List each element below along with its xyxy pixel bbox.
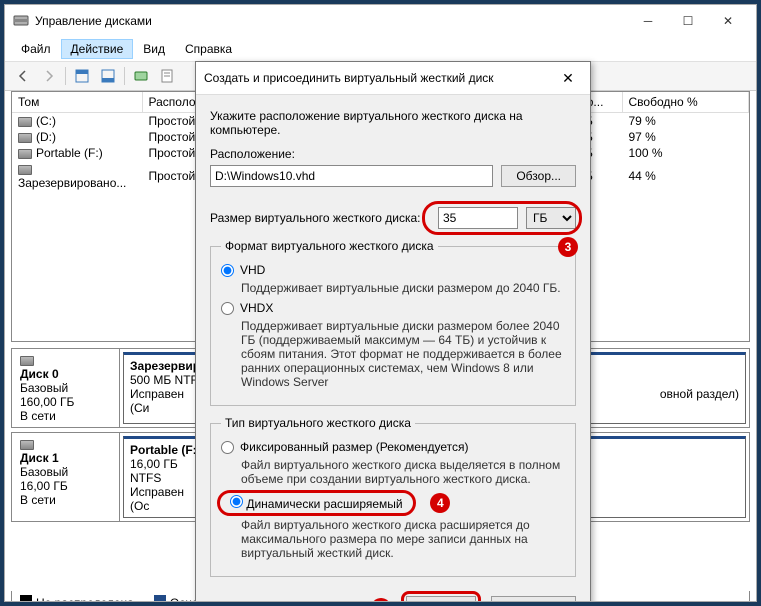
app-title: Управление дисками (35, 14, 152, 28)
vhdx-radio[interactable] (221, 302, 234, 315)
volume-icon (18, 165, 32, 175)
volume-icon (18, 149, 32, 159)
disk-name: Диск 0 (20, 367, 111, 381)
menu-action[interactable]: Действие (61, 39, 134, 59)
disk-size: 160,00 ГБ (20, 395, 111, 409)
disk-type: Базовый (20, 381, 111, 395)
callout-4: 4 (430, 493, 450, 513)
close-button[interactable]: ✕ (708, 9, 748, 33)
browse-button[interactable]: Обзор... (501, 165, 576, 187)
size-input[interactable] (438, 207, 518, 229)
menu-help[interactable]: Справка (175, 39, 242, 59)
title-bar: Управление дисками ─ ☐ ✕ (5, 5, 756, 37)
dynamic-description: Файл виртуального жесткого диска расширя… (241, 518, 565, 560)
refresh-button[interactable] (129, 65, 153, 87)
menu-bar: Файл Действие Вид Справка (5, 37, 756, 62)
legend-primary-swatch (154, 595, 166, 602)
back-button[interactable] (11, 65, 35, 87)
disk-icon (20, 440, 34, 450)
col-free[interactable]: Свободно % (622, 92, 749, 113)
create-vhd-dialog: Создать и присоединить виртуальный жестк… (195, 61, 591, 602)
dialog-hint: Укажите расположение виртуального жестко… (210, 109, 576, 137)
disk-type: Базовый (20, 465, 111, 479)
menu-view[interactable]: Вид (133, 39, 175, 59)
forward-button[interactable] (37, 65, 61, 87)
dialog-title: Создать и присоединить виртуальный жестк… (204, 71, 494, 85)
callout-3: 3 (558, 237, 578, 257)
maximize-button[interactable]: ☐ (668, 9, 708, 33)
volume-icon (18, 133, 32, 143)
legend-unallocated-swatch (20, 595, 32, 602)
location-label: Расположение: (210, 147, 576, 161)
dynamic-radio[interactable] (230, 495, 243, 508)
vhd-radio[interactable] (221, 264, 234, 277)
vhd-description: Поддерживает виртуальные диски размером … (241, 281, 565, 295)
format-legend: Формат виртуального жесткого диска (221, 239, 438, 253)
fixed-radio[interactable] (221, 441, 234, 454)
properties-button[interactable] (155, 65, 179, 87)
view-bottom-button[interactable] (96, 65, 120, 87)
minimize-button[interactable]: ─ (628, 9, 668, 33)
disk-size: 16,00 ГБ (20, 479, 111, 493)
disk-management-window: Управление дисками ─ ☐ ✕ Файл Действие В… (4, 4, 757, 602)
col-volume[interactable]: Том (12, 92, 142, 113)
vhdx-description: Поддерживает виртуальные диски размером … (241, 319, 565, 389)
dialog-close-button[interactable]: ✕ (554, 68, 582, 88)
disk-status: В сети (20, 493, 111, 507)
annotation-highlight: Динамически расширяемый (217, 490, 416, 516)
unit-select[interactable]: ГБ (526, 207, 576, 229)
location-input[interactable] (210, 165, 493, 187)
app-icon (13, 13, 29, 29)
disk-name: Диск 1 (20, 451, 111, 465)
type-legend: Тип виртуального жесткого диска (221, 416, 415, 430)
annotation-highlight: OK (401, 591, 481, 602)
fixed-description: Файл виртуального жесткого диска выделяе… (241, 458, 565, 486)
menu-file[interactable]: Файл (11, 39, 61, 59)
disk-icon (20, 356, 34, 366)
type-fieldset: Тип виртуального жесткого диска Фиксиров… (210, 416, 576, 577)
disk-status: В сети (20, 409, 111, 423)
format-fieldset: Формат виртуального жесткого диска VHD П… (210, 239, 576, 406)
view-top-button[interactable] (70, 65, 94, 87)
volume-icon (18, 117, 32, 127)
size-label: Размер виртуального жесткого диска: (210, 211, 430, 225)
